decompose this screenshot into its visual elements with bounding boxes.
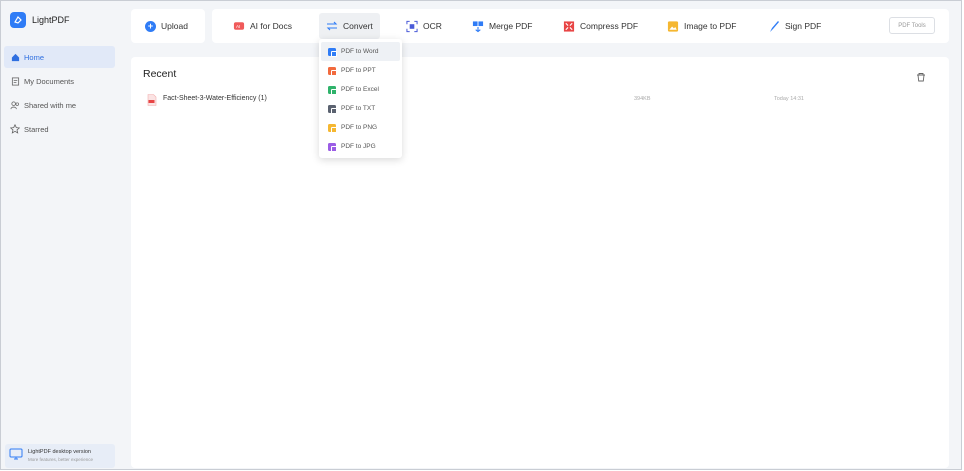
star-icon (10, 124, 20, 134)
upload-label: Upload (161, 21, 188, 31)
lightpdf-logo-icon (10, 12, 26, 28)
merge-icon (472, 20, 484, 33)
monitor-icon (9, 447, 23, 465)
tool-image-to-pdf[interactable]: Image to PDF (667, 9, 736, 43)
table-row[interactable]: Fact-Sheet-3-Water-Efficiency (1) 394KB … (141, 90, 931, 107)
ai-icon: AI (233, 20, 245, 32)
tool-compress-pdf[interactable]: Compress PDF (563, 9, 638, 43)
sidebar-item-shared[interactable]: Shared with me (4, 94, 115, 116)
desktop-version-promo[interactable]: LightPDF desktop version More features, … (5, 444, 115, 468)
menu-item-pdf-to-png[interactable]: PDF to PNG (321, 118, 400, 137)
tool-label: Sign PDF (785, 21, 822, 31)
tool-label: Merge PDF (489, 21, 533, 31)
sidebar-nav: Home My Documents Shared with me Starred (4, 46, 115, 142)
menu-item-label: PDF to TXT (341, 105, 376, 112)
convert-icon (326, 20, 338, 32)
tool-merge-pdf[interactable]: Merge PDF (472, 9, 532, 43)
tool-convert[interactable]: Convert (319, 13, 380, 39)
sidebar-item-label: My Documents (24, 76, 75, 86)
convert-dropdown-menu: PDF to Word PDF to PPT PDF to Excel PDF … (319, 39, 402, 158)
sidebar-item-starred[interactable]: Starred (4, 118, 115, 140)
promo-subtitle: More features, better experience (28, 457, 94, 462)
txt-icon (328, 104, 337, 114)
tool-sign-pdf[interactable]: Sign PDF (768, 9, 821, 43)
pdf-tools-button[interactable]: PDF Tools (889, 17, 935, 34)
sidebar-item-label: Starred (24, 124, 49, 134)
upload-button[interactable]: + Upload (131, 9, 205, 43)
sidebar: LightPDF Home My Documents Shared with m… (1, 1, 117, 469)
word-icon (328, 47, 337, 57)
trash-icon[interactable] (916, 69, 926, 82)
excel-icon (328, 85, 337, 95)
pdf-file-icon (147, 93, 157, 106)
svg-text:AI: AI (236, 24, 240, 29)
brand[interactable]: LightPDF (10, 12, 70, 28)
tool-label: Compress PDF (580, 21, 639, 31)
tool-label: OCR (423, 21, 442, 31)
tool-label: Image to PDF (684, 21, 737, 31)
file-size: 394KB (634, 95, 651, 102)
jpg-icon (328, 142, 337, 152)
sign-icon (768, 20, 780, 32)
tools-bar: AI AI for Docs Convert OCR Merge PDF Com… (212, 9, 949, 43)
brand-name: LightPDF (32, 15, 70, 25)
ocr-icon (406, 20, 418, 33)
menu-item-label: PDF to PNG (341, 124, 378, 131)
home-icon (10, 52, 20, 62)
image-icon (667, 20, 679, 32)
shared-icon (10, 100, 20, 110)
compress-icon (563, 20, 575, 32)
sidebar-item-label: Shared with me (24, 100, 77, 110)
tool-ocr[interactable]: OCR (406, 9, 442, 43)
menu-item-label: PDF to Excel (341, 86, 379, 93)
file-name: Fact-Sheet-3-Water-Efficiency (1) (163, 95, 267, 102)
menu-item-pdf-to-txt[interactable]: PDF to TXT (321, 99, 400, 118)
sidebar-item-label: Home (24, 52, 45, 62)
menu-item-pdf-to-excel[interactable]: PDF to Excel (321, 80, 400, 99)
plus-icon: + (145, 20, 156, 32)
tool-ai-for-docs[interactable]: AI AI for Docs (233, 9, 292, 43)
page-title: Recent (143, 68, 177, 80)
sidebar-item-home[interactable]: Home (4, 46, 115, 68)
ppt-icon (328, 66, 337, 76)
tool-label: AI for Docs (250, 21, 293, 31)
documents-icon (10, 76, 20, 86)
file-time: Today 14:31 (774, 95, 804, 102)
sidebar-item-my-documents[interactable]: My Documents (4, 70, 115, 92)
menu-item-label: PDF to Word (341, 48, 379, 55)
recent-panel: Recent Fact-Sheet-3-Water-Efficiency (1)… (131, 57, 949, 468)
menu-item-label: PDF to JPG (341, 143, 376, 150)
png-icon (328, 123, 337, 133)
promo-title: LightPDF desktop version (28, 449, 91, 455)
menu-item-label: PDF to PPT (341, 67, 376, 74)
menu-item-pdf-to-ppt[interactable]: PDF to PPT (321, 61, 400, 80)
menu-item-pdf-to-word[interactable]: PDF to Word (321, 42, 400, 61)
tool-label: Convert (343, 21, 373, 31)
menu-item-pdf-to-jpg[interactable]: PDF to JPG (321, 137, 400, 156)
